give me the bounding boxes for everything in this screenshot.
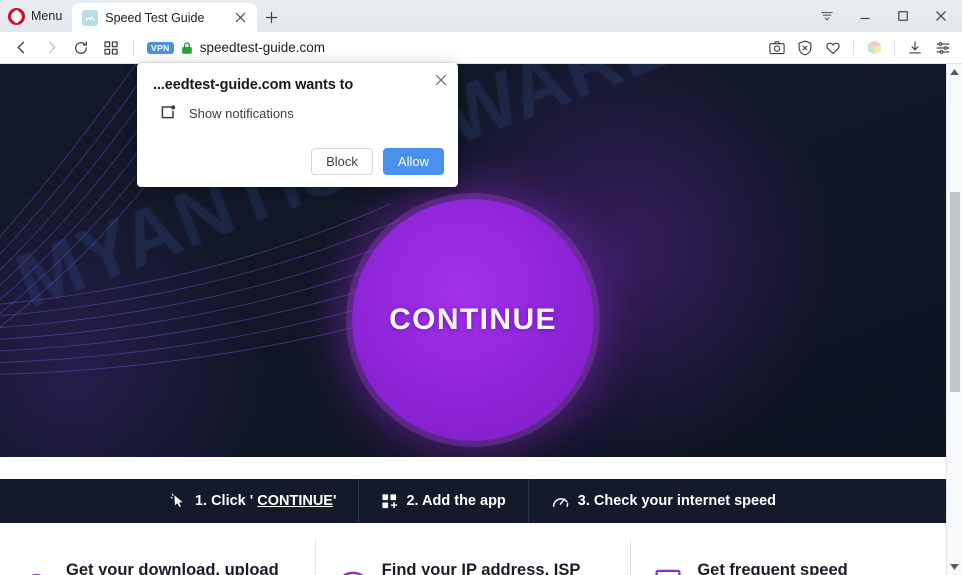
step-1-text: 1. Click ' CONTINUE' (194, 493, 337, 509)
tab-list-icon[interactable] (808, 1, 846, 31)
toolbar-divider (853, 40, 854, 55)
notifications-icon (159, 104, 177, 122)
continue-button[interactable]: CONTINUE (352, 199, 594, 441)
monitor-icon (653, 566, 683, 575)
vpn-badge[interactable]: VPN (147, 41, 174, 54)
feature-2-text: Find your IP address, ISPdetails and mor… (381, 560, 581, 575)
speed-dial-grid-icon[interactable] (96, 35, 126, 61)
snapshot-camera-icon[interactable] (764, 35, 790, 61)
dialog-permission-label: Show notifications (189, 105, 294, 121)
easy-setup-icon[interactable] (930, 35, 956, 61)
step-1: 1. Click ' CONTINUE' (148, 479, 358, 523)
opera-menu-button[interactable]: Menu (0, 0, 72, 32)
features-row: Get your download, uploadand ping speed … (0, 523, 946, 575)
feature-3-text: Get frequent speedtesting access (697, 560, 848, 575)
tab-close-icon[interactable] (231, 9, 249, 27)
feature-3: Get frequent speedtesting access (630, 539, 946, 575)
step-2-text: 2. Add the app (406, 493, 506, 509)
block-button[interactable]: Block (311, 148, 373, 175)
padlock-icon[interactable] (181, 41, 193, 55)
step-3: 3. Check your internet speed (527, 479, 798, 523)
continue-button-label: CONTINUE (389, 303, 557, 336)
steps-bar: 1. Click ' CONTINUE' 2. Add the app 3. C… (0, 479, 946, 523)
scroll-down-icon[interactable] (947, 559, 962, 575)
speedometer-favicon-icon (82, 9, 99, 26)
navbar-divider (133, 39, 134, 56)
wifi-icon (338, 566, 368, 575)
speedometer-icon (22, 566, 52, 575)
scrollbar-thumb[interactable] (950, 192, 960, 392)
cursor-click-icon (170, 493, 187, 510)
minimize-icon[interactable] (846, 1, 884, 31)
page-scrollbar[interactable] (946, 64, 962, 575)
toolbar-divider-2 (894, 40, 895, 55)
new-tab-button[interactable] (257, 3, 285, 32)
window-controls (808, 0, 962, 32)
browser-tab[interactable]: Speed Test Guide (72, 3, 258, 32)
step-3-text: 3. Check your internet speed (577, 493, 777, 509)
dialog-permission-row: Show notifications (153, 104, 442, 122)
dialog-actions: Block Allow (311, 148, 444, 175)
step-2: 2. Add the app (358, 479, 527, 523)
ad-blocker-shield-icon[interactable] (792, 35, 818, 61)
address-bar-url: speedtest-guide.com (199, 40, 326, 55)
add-app-grid-icon (381, 493, 398, 510)
dialog-close-icon[interactable] (430, 69, 452, 91)
reload-icon[interactable] (66, 35, 96, 61)
feature-1: Get your download, uploadand ping speed (0, 539, 315, 575)
address-bar[interactable]: VPN speedtest-guide.com (141, 35, 764, 61)
browser-navbar: VPN speedtest-guide.com (0, 32, 962, 64)
dialog-title: ...eedtest-guide.com wants to (153, 77, 354, 93)
back-arrow-icon[interactable] (6, 35, 36, 61)
window-close-icon[interactable] (922, 1, 960, 31)
notification-permission-dialog: ...eedtest-guide.com wants to Show notif… (137, 63, 458, 187)
opera-menu-label: Menu (31, 9, 63, 23)
maximize-icon[interactable] (884, 1, 922, 31)
forward-arrow-icon (36, 35, 66, 61)
browser-titlebar: Menu Speed Test Guide (0, 0, 962, 32)
speedometer-icon (551, 492, 570, 511)
browser-toolbar-right (764, 35, 956, 61)
scroll-up-icon[interactable] (947, 64, 962, 80)
feature-2: Find your IP address, ISPdetails and mor… (314, 539, 631, 575)
feature-1-text: Get your download, uploadand ping speed (66, 560, 279, 575)
opera-logo-icon (8, 7, 25, 25)
heart-icon[interactable] (820, 35, 846, 61)
extension-cube-icon[interactable] (861, 35, 887, 61)
allow-button[interactable]: Allow (382, 148, 444, 175)
downloads-icon[interactable] (902, 35, 928, 61)
browser-tab-title: Speed Test Guide (105, 10, 205, 25)
